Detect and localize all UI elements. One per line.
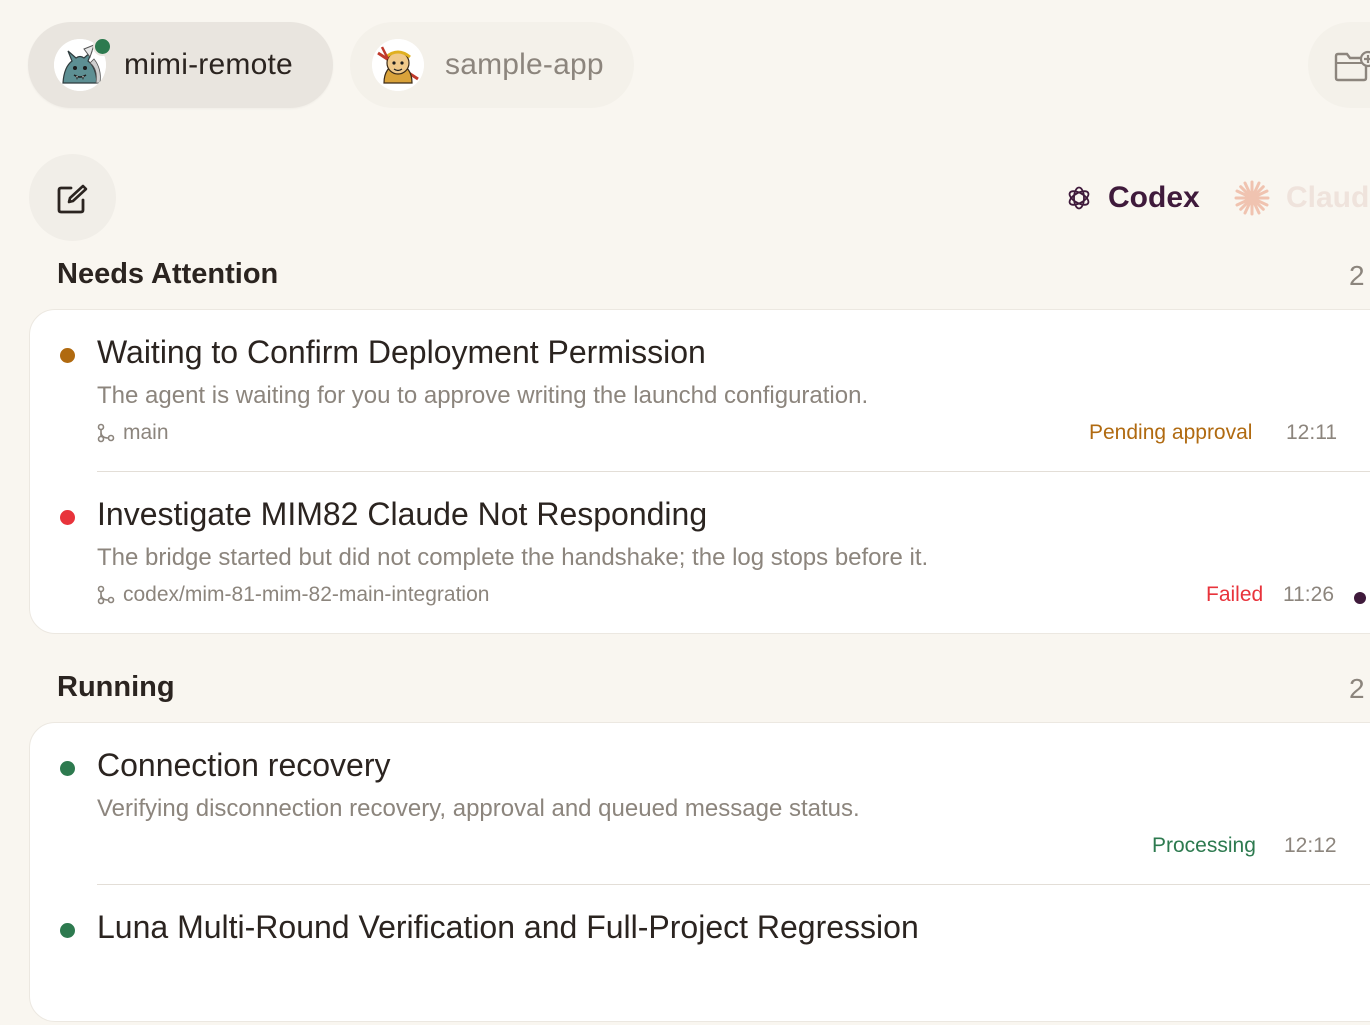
compose-icon: [57, 184, 88, 214]
task-time: 12:11: [1286, 421, 1337, 444]
status-dot-running: [60, 923, 75, 938]
task-title: Waiting to Confirm Deployment Permission: [97, 334, 706, 370]
section-count: 2: [1349, 260, 1365, 291]
folder-plus-icon: [1334, 50, 1370, 82]
task-item[interactable]: Connection recovery Verifying disconnect…: [30, 723, 1370, 885]
task-list-card: Connection recovery Verifying disconnect…: [29, 722, 1370, 1022]
agent-label: Claude: [1286, 181, 1370, 214]
unread-indicator: [1354, 592, 1366, 604]
compose-button[interactable]: [29, 154, 116, 241]
task-status-failed: Failed: [1206, 583, 1264, 606]
task-item[interactable]: Investigate MIM82 Claude Not Responding …: [30, 472, 1370, 634]
agent-tab-codex[interactable]: Codex: [1066, 178, 1200, 218]
agent-tab-claude[interactable]: Claude: [1234, 178, 1370, 218]
task-title: Luna Multi-Round Verification and Full-P…: [97, 909, 919, 945]
task-time: 11:26: [1283, 583, 1334, 606]
task-status-processing: Processing: [1152, 834, 1256, 857]
section-title-needs-attention: Needs Attention: [57, 258, 279, 290]
project-tab-mimi-remote[interactable]: mimi-remote: [28, 22, 333, 108]
task-description: The bridge started but did not complete …: [97, 544, 929, 571]
task-status-pending: Pending approval: [1089, 421, 1253, 444]
task-description: The agent is waiting for you to approve …: [97, 382, 869, 409]
task-branch: codex/mim-81-mim-82-main-integration: [97, 583, 489, 607]
status-dot-pending: [60, 348, 75, 363]
agent-label: Codex: [1108, 181, 1200, 214]
avatar-mimi-remote: [54, 37, 112, 91]
online-status-dot: [93, 37, 112, 56]
project-name: sample-app: [445, 48, 604, 81]
task-title: Investigate MIM82 Claude Not Responding: [97, 496, 708, 532]
branch-name: main: [123, 421, 169, 444]
project-tab-sample-app[interactable]: sample-app: [350, 22, 634, 108]
task-time: 12:12: [1284, 834, 1337, 857]
new-project-button[interactable]: [1308, 22, 1370, 108]
status-dot-failed: [60, 510, 75, 525]
task-item[interactable]: Luna Multi-Round Verification and Full-P…: [30, 885, 1370, 1025]
git-branch-icon: [97, 423, 115, 443]
task-description: Verifying disconnection recovery, approv…: [97, 795, 860, 822]
claude-spark-icon: [1234, 180, 1270, 216]
monkey-king-avatar-icon: [372, 39, 424, 91]
task-item[interactable]: Waiting to Confirm Deployment Permission…: [30, 310, 1370, 472]
status-dot-running: [60, 761, 75, 776]
section-count: 2: [1349, 673, 1365, 704]
task-title: Connection recovery: [97, 747, 391, 783]
git-branch-icon: [97, 585, 115, 605]
branch-name: codex/mim-81-mim-82-main-integration: [123, 583, 490, 606]
openai-icon: [1068, 186, 1090, 210]
task-list-card: Waiting to Confirm Deployment Permission…: [29, 309, 1370, 634]
project-name: mimi-remote: [124, 48, 293, 81]
avatar-sample-app: [372, 39, 424, 91]
section-title-running: Running: [57, 671, 175, 703]
task-branch: main: [97, 421, 169, 445]
